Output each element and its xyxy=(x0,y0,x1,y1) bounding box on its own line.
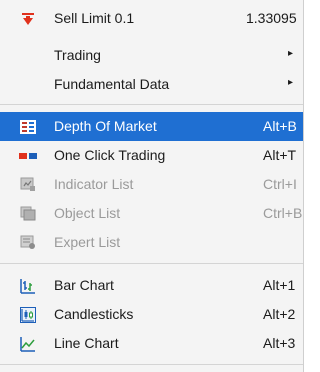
menu-item-label: Sell Limit 0.1 xyxy=(54,10,135,26)
menu-separator xyxy=(0,263,303,264)
menu-item-object-list[interactable]: Object List Ctrl+B xyxy=(0,199,303,228)
line-chart-icon xyxy=(19,335,37,352)
menu-item-bar-chart[interactable]: Bar Chart Alt+1 xyxy=(0,271,303,300)
menu-separator xyxy=(0,364,303,365)
menu-item-label: Line Chart xyxy=(54,335,119,351)
shortcut-label: Alt+T xyxy=(263,147,297,163)
menu-item-label: Bar Chart xyxy=(54,277,114,293)
submenu-arrow-icon: ▸ xyxy=(288,77,294,88)
candlesticks-icon xyxy=(19,306,37,323)
menu-item-label: Expert List xyxy=(54,234,121,250)
menu-item-label: Depth Of Market xyxy=(54,118,157,134)
menu-item-label: Trading xyxy=(54,47,101,63)
menu-item-indicator-list[interactable]: Indicator List Ctrl+I xyxy=(0,170,303,199)
shortcut-label: Ctrl+B xyxy=(263,205,303,221)
menu-item-fundamental-data[interactable]: Fundamental Data ▸ xyxy=(0,70,303,99)
menu-item-expert-list[interactable]: Expert List xyxy=(0,228,303,257)
bar-chart-icon xyxy=(19,277,37,294)
shortcut-label: Alt+B xyxy=(263,118,297,134)
menu-item-label: Candlesticks xyxy=(54,306,134,322)
menu-item-candlesticks[interactable]: Candlesticks Alt+2 xyxy=(0,300,303,329)
expert-list-icon xyxy=(19,234,37,251)
menu-item-line-chart[interactable]: Line Chart Alt+3 xyxy=(0,329,303,358)
shortcut-label: Alt+3 xyxy=(263,335,296,351)
object-list-icon xyxy=(19,205,37,222)
menu-item-label: One Click Trading xyxy=(54,147,166,163)
menu-item-one-click-trading[interactable]: One Click Trading Alt+T xyxy=(0,141,303,170)
one-click-trading-icon xyxy=(19,147,37,164)
menu-item-label: Indicator List xyxy=(54,176,134,192)
shortcut-label: Ctrl+I xyxy=(263,176,297,192)
menu-item-trading[interactable]: Trading ▸ xyxy=(0,41,303,70)
submenu-arrow-icon: ▸ xyxy=(288,48,294,59)
context-menu: Sell Limit 0.1 1.33095 Trading ▸ Fundame… xyxy=(0,0,304,372)
menu-item-depth-of-market[interactable]: Depth Of Market Alt+B xyxy=(0,112,303,141)
shortcut-label: Alt+1 xyxy=(263,277,296,293)
menu-item-sell-limit[interactable]: Sell Limit 0.1 1.33095 xyxy=(0,4,303,33)
sell-arrow-icon xyxy=(19,10,37,27)
shortcut-label: Alt+2 xyxy=(263,306,296,322)
menu-separator xyxy=(0,104,303,105)
depth-of-market-icon xyxy=(19,118,37,135)
menu-item-label: Object List xyxy=(54,205,121,221)
price-value: 1.33095 xyxy=(246,10,297,26)
menu-item-label: Fundamental Data xyxy=(54,76,170,92)
indicator-list-icon xyxy=(19,176,37,193)
